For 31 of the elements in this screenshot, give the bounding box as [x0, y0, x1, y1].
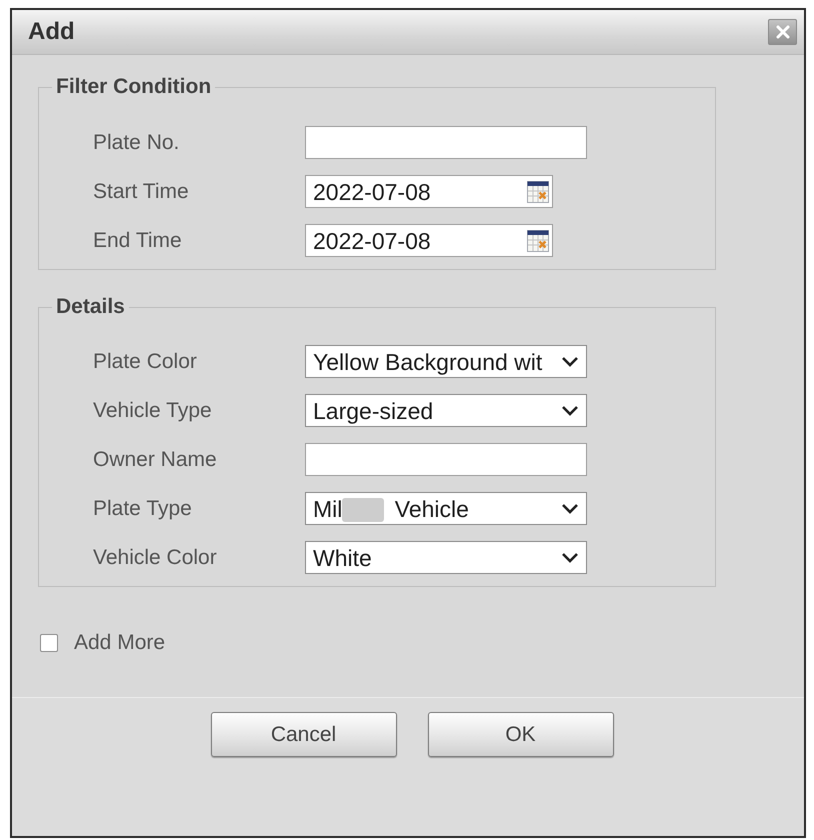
dropdown[interactable]: Large-sized: [305, 394, 587, 427]
calendar-icon[interactable]: [527, 230, 549, 252]
input-field[interactable]: [305, 443, 587, 476]
field-label: Owner Name: [93, 448, 218, 472]
field-label: End Time: [93, 228, 183, 252]
field-label: Vehicle Type: [93, 398, 213, 422]
section-legend: Details: [52, 295, 129, 319]
dropdown[interactable]: Yellow Background wit: [305, 345, 587, 378]
chevron-icon: [561, 405, 579, 416]
chevron-icon: [561, 503, 579, 514]
date-field[interactable]: 2022-07-08: [305, 224, 553, 257]
field-label: Plate Color: [93, 350, 198, 374]
calendar-icon[interactable]: [527, 180, 549, 202]
section-legend: Filter Condition: [52, 75, 216, 99]
dialog-title: Add: [28, 18, 75, 46]
chevron-icon: [561, 552, 579, 563]
dropdown[interactable]: White: [305, 541, 587, 574]
dropdown[interactable]: Mil Vehicle: [305, 492, 587, 525]
checkbox-label[interactable]: Add More: [74, 631, 166, 655]
checkbox[interactable]: [40, 634, 58, 652]
close-button[interactable]: [768, 19, 797, 45]
close-icon: [776, 25, 790, 39]
chevron-icon: [561, 356, 579, 367]
dialog-button[interactable]: Cancel: [210, 712, 396, 757]
dialog-button[interactable]: OK: [428, 712, 614, 757]
field-label: Plate Type: [93, 496, 193, 520]
date-field[interactable]: 2022-07-08: [305, 175, 553, 208]
field-label: Start Time: [93, 180, 190, 204]
field-label: Plate No.: [93, 130, 180, 154]
field-label: Vehicle Color: [93, 546, 218, 570]
input-field[interactable]: [305, 126, 587, 159]
